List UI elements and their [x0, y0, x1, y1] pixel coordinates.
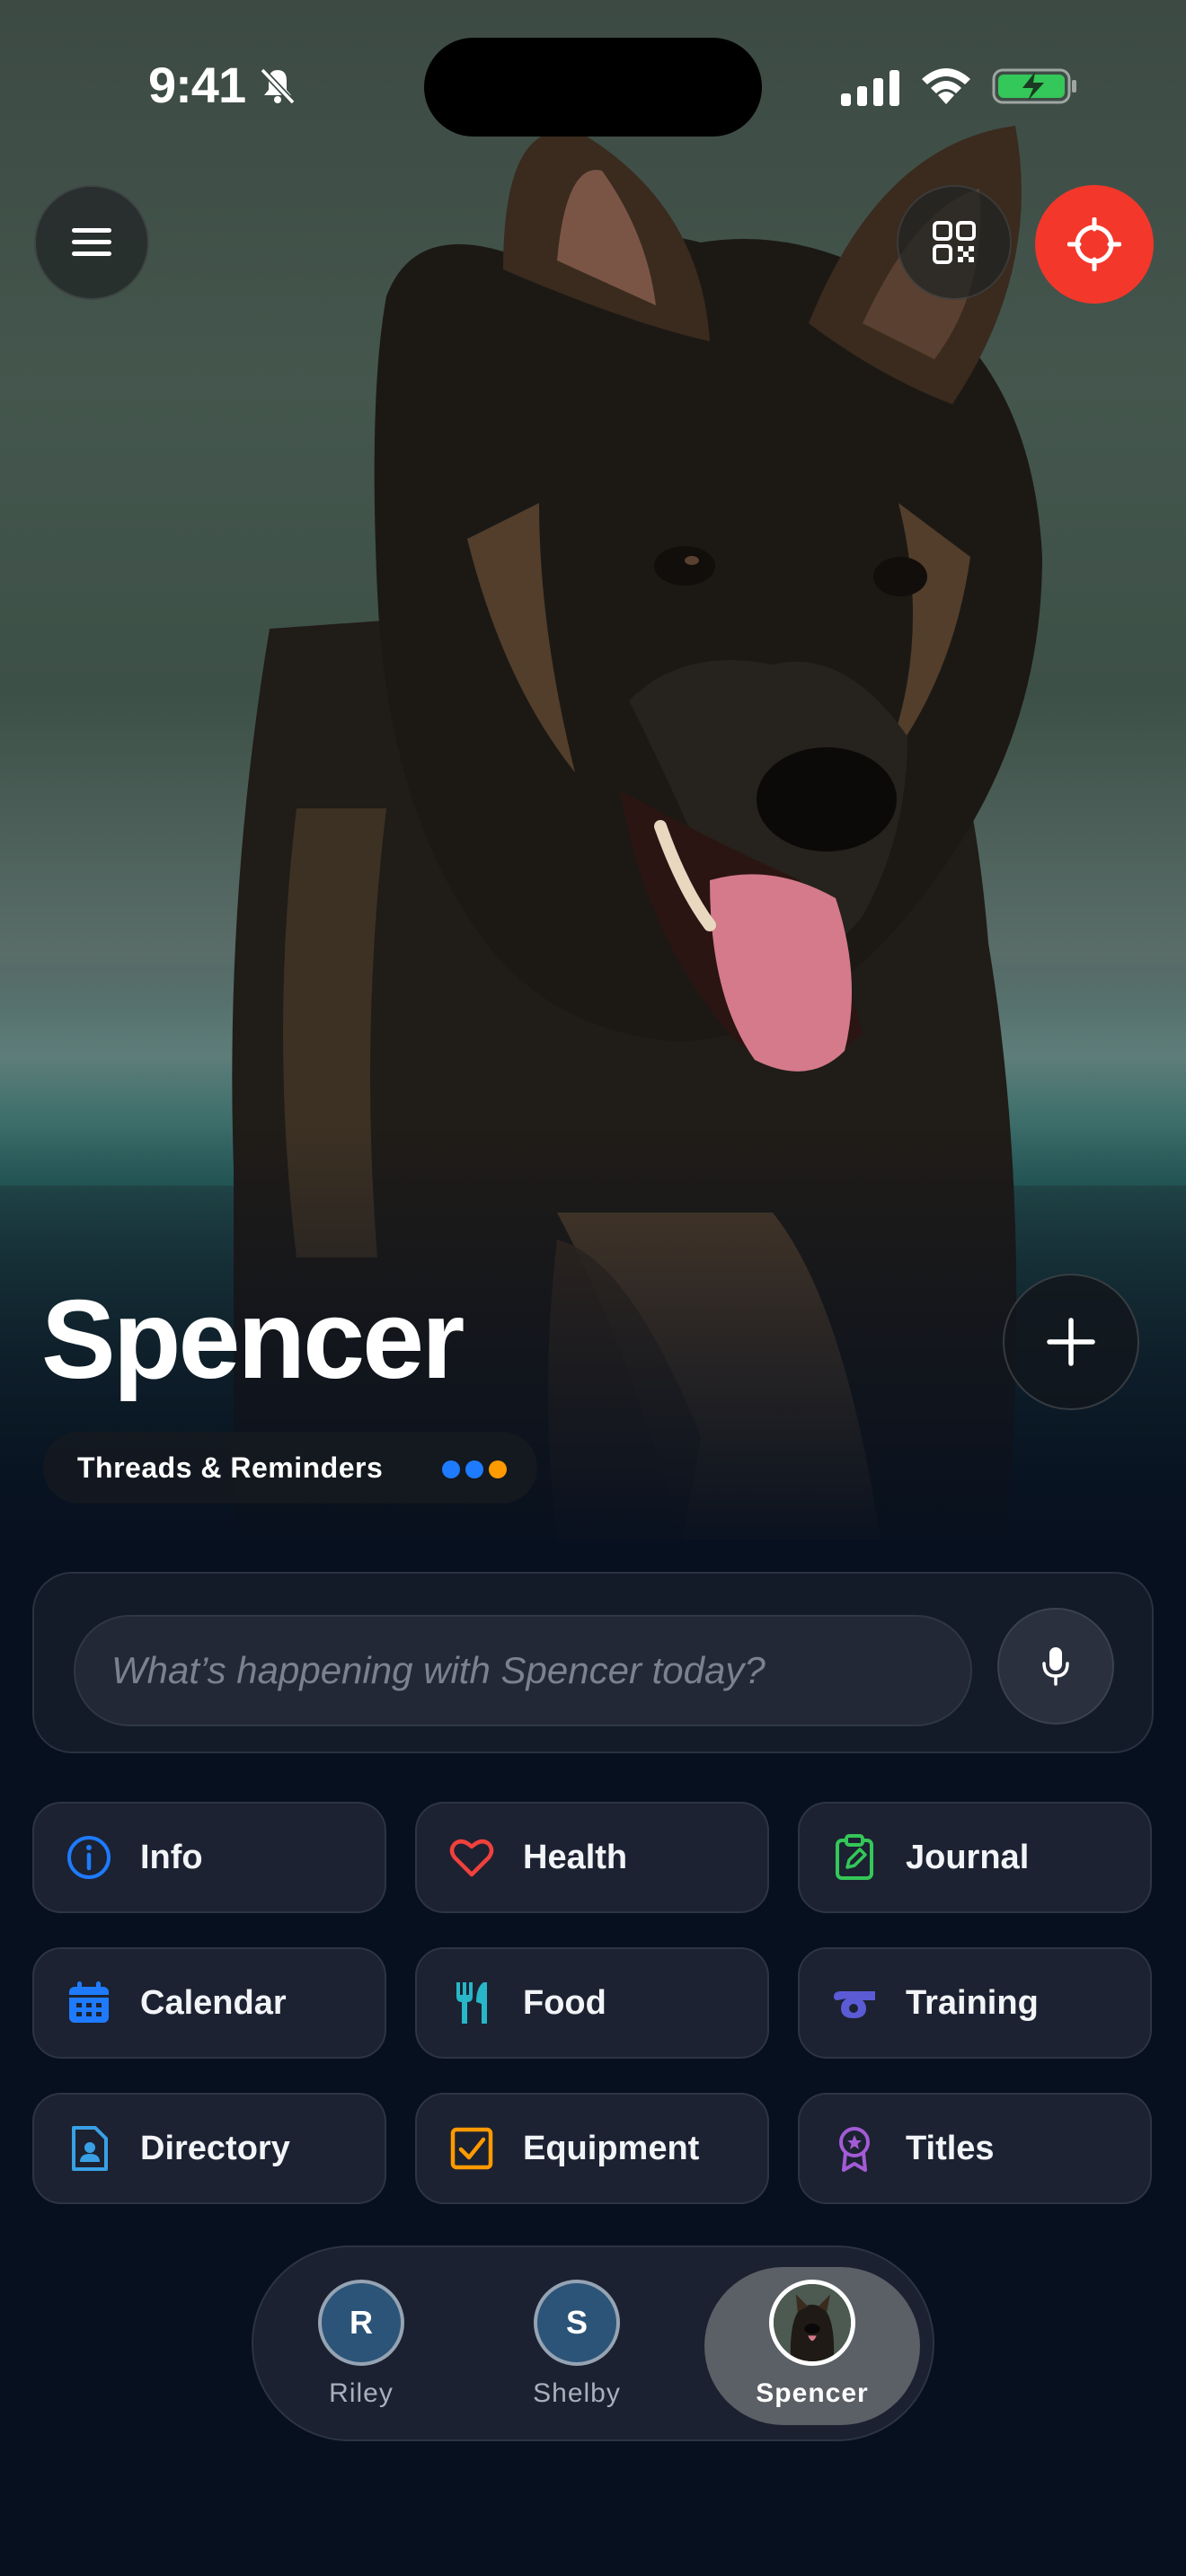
whistle-icon	[834, 1991, 875, 2018]
hamburger-menu-icon	[72, 228, 111, 256]
crosshair-icon	[1067, 217, 1121, 271]
pet-tab-label: Spencer	[756, 2378, 869, 2408]
avatar	[769, 2280, 855, 2366]
category-label: Calendar	[140, 1983, 287, 2022]
dynamic-island	[424, 38, 762, 137]
calendar-icon	[69, 1981, 109, 2023]
category-label: Directory	[140, 2129, 290, 2167]
qr-code-button[interactable]	[897, 185, 1012, 300]
fork-knife-icon	[456, 1982, 487, 2024]
dog-avatar-photo	[774, 2284, 851, 2361]
category-titles[interactable]: Titles	[798, 2093, 1152, 2204]
pet-tab-label: Riley	[329, 2378, 394, 2408]
clipboard-edit-icon	[836, 1834, 873, 1880]
composer-input[interactable]	[111, 1649, 970, 1692]
checkbox-icon	[450, 2127, 493, 2170]
category-training[interactable]: Training	[798, 1947, 1152, 2059]
category-label: Info	[140, 1838, 203, 1876]
wifi-icon	[922, 68, 970, 104]
category-calendar[interactable]: Calendar	[32, 1947, 386, 2059]
award-ribbon-icon	[839, 2127, 870, 2172]
category-journal[interactable]: Journal	[798, 1802, 1152, 1913]
add-button[interactable]	[1003, 1274, 1139, 1410]
cellular-signal-icon	[841, 70, 899, 106]
category-label: Food	[523, 1983, 606, 2022]
thread-status-dots	[442, 1460, 507, 1478]
category-info[interactable]: Info	[32, 1802, 386, 1913]
menu-button[interactable]	[34, 185, 149, 300]
category-equipment[interactable]: Equipment	[415, 2093, 769, 2204]
heart-icon	[449, 1839, 494, 1877]
composer-field[interactable]	[74, 1615, 972, 1726]
microphone-icon	[1042, 1647, 1069, 1686]
pet-name-title: Spencer	[41, 1278, 465, 1402]
locate-button[interactable]	[1035, 185, 1154, 304]
pet-tab-spencer[interactable]: Spencer	[704, 2267, 920, 2425]
category-label: Training	[906, 1983, 1039, 2022]
category-health[interactable]: Health	[415, 1802, 769, 1913]
category-label: Health	[523, 1838, 628, 1876]
category-label: Journal	[906, 1838, 1030, 1876]
category-directory[interactable]: Directory	[32, 2093, 386, 2204]
silent-mode-icon	[260, 67, 296, 105]
info-icon	[67, 1836, 111, 1879]
pet-tab-riley[interactable]: R Riley	[253, 2267, 469, 2425]
composer-card	[32, 1572, 1154, 1753]
category-label: Equipment	[523, 2129, 700, 2167]
plus-icon	[1047, 1318, 1095, 1366]
thread-dot	[465, 1460, 483, 1478]
avatar: R	[318, 2280, 404, 2366]
category-label: Titles	[906, 2129, 995, 2167]
pet-switcher: R Riley S Shelby Spencer	[252, 2245, 934, 2441]
threads-reminders-button[interactable]: Threads & Reminders	[43, 1432, 537, 1504]
pet-tab-shelby[interactable]: S Shelby	[469, 2267, 685, 2425]
pet-tab-label: Shelby	[533, 2378, 621, 2408]
battery-charging-icon	[992, 68, 1076, 104]
thread-dot	[489, 1460, 507, 1478]
thread-dot	[442, 1460, 460, 1478]
status-time: 9:41	[148, 57, 246, 113]
threads-reminders-label: Threads & Reminders	[77, 1451, 384, 1484]
category-food[interactable]: Food	[415, 1947, 769, 2059]
contact-file-icon	[72, 2126, 108, 2171]
avatar: S	[534, 2280, 620, 2366]
voice-input-button[interactable]	[997, 1608, 1114, 1725]
qr-code-icon	[933, 221, 976, 264]
